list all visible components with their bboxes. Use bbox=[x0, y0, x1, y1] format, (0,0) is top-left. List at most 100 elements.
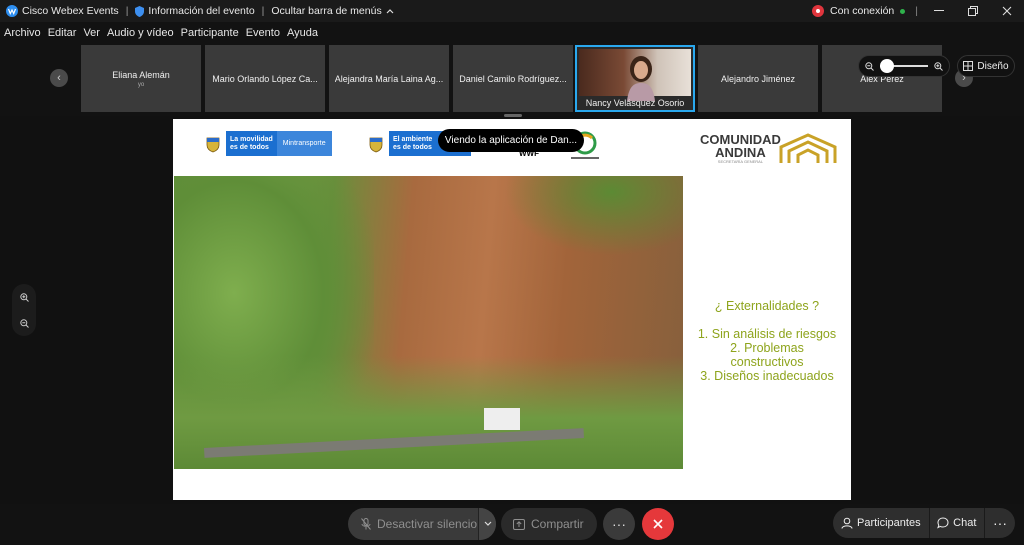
strip-prev-button[interactable]: ‹ bbox=[50, 69, 68, 87]
participant-self-label: yo bbox=[137, 81, 145, 88]
slide-item-1: 1. Sin análisis de riesgos bbox=[697, 327, 837, 341]
participant-name: Daniel Camilo Rodríguez... bbox=[459, 73, 567, 84]
chat-icon bbox=[937, 517, 949, 529]
viewing-app-tooltip: Viendo la aplicación de Dan... bbox=[438, 129, 584, 152]
shield-icon bbox=[135, 5, 145, 17]
connection-ok-icon bbox=[900, 8, 906, 14]
chat-button[interactable]: Chat bbox=[929, 508, 984, 538]
participant-tile[interactable]: Mario Orlando López Ca... bbox=[205, 45, 325, 112]
side-zoom-controls bbox=[12, 284, 36, 336]
menu-ayuda[interactable]: Ayuda bbox=[287, 27, 318, 39]
person-silhouette bbox=[627, 56, 655, 101]
close-icon bbox=[653, 519, 663, 529]
colombia-seal-icon bbox=[200, 131, 226, 156]
connection-status: Con conexión bbox=[830, 5, 895, 17]
minimize-icon bbox=[934, 10, 944, 11]
chevron-left-icon: ‹ bbox=[57, 72, 61, 84]
recording-status-icon bbox=[812, 5, 825, 17]
slide-item-3: 3. Diseños inadecuados bbox=[700, 369, 834, 383]
participant-name: Mario Orlando López Ca... bbox=[212, 73, 318, 84]
leave-button[interactable] bbox=[642, 508, 674, 540]
participant-tile[interactable]: Eliana Alemán yo bbox=[81, 45, 201, 112]
event-info-label: Información del evento bbox=[148, 5, 255, 17]
slide-item-2a: 2. Problemas bbox=[730, 341, 804, 355]
participant-name: Nancy Velásquez Osorio bbox=[585, 98, 685, 108]
divider: | bbox=[915, 5, 918, 17]
menu-archivo[interactable]: Archivo bbox=[4, 27, 41, 39]
restore-icon bbox=[968, 6, 978, 16]
zoom-in-icon[interactable] bbox=[934, 61, 943, 71]
slide-item-2b: constructivos bbox=[730, 355, 804, 369]
share-icon bbox=[513, 518, 525, 530]
zoom-slider-knob[interactable] bbox=[880, 59, 894, 73]
layout-label: Diseño bbox=[977, 60, 1009, 72]
zoom-out-icon[interactable] bbox=[19, 318, 29, 328]
menu-audio-video[interactable]: Audio y vídeo bbox=[107, 27, 174, 39]
chevron-up-icon bbox=[386, 8, 394, 14]
can-subtitle: SECRETARÍA GENERAL bbox=[717, 159, 764, 164]
grid-icon bbox=[963, 61, 974, 71]
close-icon bbox=[1002, 6, 1012, 16]
slide-text: ¿ Externalidades ? 1. Sin análisis de ri… bbox=[683, 299, 851, 383]
zoom-slider[interactable] bbox=[880, 59, 928, 73]
can-emblem-icon bbox=[779, 133, 837, 170]
zoom-out-icon[interactable] bbox=[865, 61, 874, 71]
more-icon: ··· bbox=[612, 516, 626, 532]
person-icon bbox=[841, 517, 853, 529]
menu-evento[interactable]: Evento bbox=[246, 27, 280, 39]
participant-name: Alejandra María Laina Ag... bbox=[334, 73, 444, 84]
tagline-line2: es de todos bbox=[393, 143, 432, 151]
panel-controls: Participantes Chat ··· bbox=[833, 508, 1015, 538]
chevron-down-icon bbox=[484, 521, 491, 526]
zoom-slider-control bbox=[858, 55, 950, 77]
menu-editar[interactable]: Editar bbox=[48, 27, 77, 39]
participant-name: Alejandro Jiménez bbox=[720, 73, 796, 84]
unmute-button[interactable]: Desactivar silencio bbox=[348, 508, 496, 540]
participant-tile[interactable]: Daniel Camilo Rodríguez... bbox=[453, 45, 573, 112]
comunidad-andina-logo: COMUNIDAD ANDINA SECRETARÍA GENERAL bbox=[700, 133, 781, 165]
participant-video bbox=[579, 49, 691, 101]
more-icon: ··· bbox=[993, 515, 1007, 531]
close-button[interactable] bbox=[990, 0, 1024, 22]
slide-question: ¿ Externalidades ? bbox=[714, 299, 820, 313]
mic-muted-icon bbox=[361, 518, 371, 530]
menu-ver[interactable]: Ver bbox=[83, 27, 100, 39]
shared-slide: La movilidad es de todos Mintransporte E… bbox=[173, 119, 851, 500]
participant-tile[interactable]: Alejandro Jiménez bbox=[698, 45, 818, 112]
unmute-label: Desactivar silencio bbox=[377, 517, 478, 531]
separator: | bbox=[125, 5, 129, 17]
active-speaker-tile[interactable]: Nancy Velásquez Osorio bbox=[575, 45, 695, 112]
zoom-in-icon[interactable] bbox=[19, 292, 29, 302]
event-info-button[interactable]: Información del evento bbox=[135, 5, 255, 17]
strip-resize-handle[interactable] bbox=[504, 114, 522, 117]
participants-button[interactable]: Participantes bbox=[833, 508, 929, 538]
landslide-photo bbox=[174, 176, 683, 469]
minimize-button[interactable] bbox=[922, 0, 956, 22]
webex-logo-icon bbox=[6, 5, 18, 17]
tagline-line1: El ambiente bbox=[393, 135, 433, 143]
share-button[interactable]: Compartir bbox=[501, 508, 597, 540]
layout-button[interactable]: Diseño bbox=[957, 55, 1015, 77]
mintransporte-tagline: La movilidad es de todos bbox=[226, 131, 277, 156]
participant-tile[interactable]: Alejandra María Laina Ag... bbox=[329, 45, 449, 112]
participants-label: Participantes bbox=[857, 517, 921, 529]
mintransporte-logo: La movilidad es de todos Mintransporte bbox=[200, 131, 332, 156]
menu-bar: Archivo Editar Ver Audio y vídeo Partici… bbox=[0, 22, 1024, 44]
colombia-seal-icon bbox=[363, 131, 389, 156]
hide-menu-label: Ocultar barra de menús bbox=[271, 5, 382, 17]
tagline-line2: es de todos bbox=[230, 143, 269, 151]
menu-participante[interactable]: Participante bbox=[181, 27, 239, 39]
more-options-button[interactable]: ··· bbox=[603, 508, 635, 540]
more-panels-button[interactable]: ··· bbox=[985, 508, 1015, 538]
hide-menu-button[interactable]: Ocultar barra de menús bbox=[271, 5, 394, 17]
app-name: Cisco Webex Events bbox=[22, 5, 119, 17]
title-bar: Cisco Webex Events | Información del eve… bbox=[0, 0, 1024, 22]
restore-button[interactable] bbox=[956, 0, 990, 22]
chat-label: Chat bbox=[953, 517, 977, 529]
window-controls: Con conexión | bbox=[812, 0, 1024, 22]
share-label: Compartir bbox=[531, 517, 584, 531]
mintransporte-label: Mintransporte bbox=[276, 131, 332, 156]
can-name-line2: ANDINA bbox=[715, 145, 766, 160]
participant-name: Eliana Alemán bbox=[112, 69, 170, 80]
tagline-line1: La movilidad bbox=[230, 135, 273, 143]
